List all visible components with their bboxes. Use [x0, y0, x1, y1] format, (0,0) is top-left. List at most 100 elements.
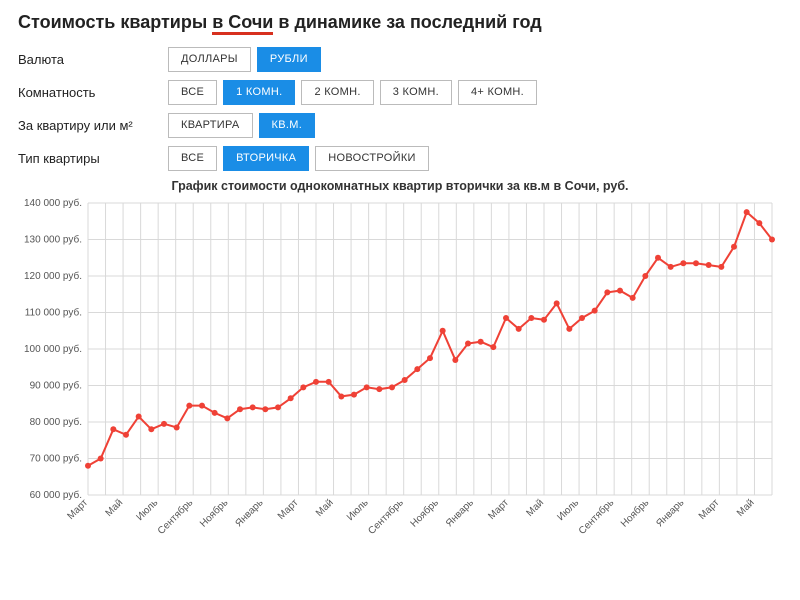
data-point: [300, 384, 306, 390]
data-point: [313, 379, 319, 385]
data-point: [326, 379, 332, 385]
data-point: [642, 273, 648, 279]
x-tick-label: Июль: [555, 497, 581, 523]
data-point: [199, 403, 205, 409]
data-point: [389, 384, 395, 390]
data-point: [592, 308, 598, 314]
data-point: [579, 315, 585, 321]
data-point: [98, 456, 104, 462]
data-point: [427, 355, 433, 361]
data-point: [655, 255, 661, 261]
data-point: [541, 317, 547, 323]
y-tick-label: 140 000 руб.: [24, 197, 82, 209]
data-point: [528, 315, 534, 321]
data-point: [288, 395, 294, 401]
data-point: [718, 264, 724, 270]
x-tick-label: Май: [104, 497, 126, 519]
data-point: [136, 414, 142, 420]
data-point: [414, 366, 420, 372]
data-point: [693, 260, 699, 266]
data-point: [490, 344, 496, 350]
title-post: в динамике за последний год: [273, 12, 541, 32]
filter-label: Валюта: [18, 52, 168, 67]
filter-label: Комнатность: [18, 85, 168, 100]
x-tick-label: Июль: [134, 497, 160, 523]
data-point: [250, 404, 256, 410]
data-point: [351, 392, 357, 398]
type-group: ВСЕВТОРИЧКАНОВОСТРОЙКИ: [168, 146, 429, 171]
rooms-option[interactable]: 2 КОМН.: [301, 80, 373, 105]
x-tick-label: Июль: [345, 497, 371, 523]
title-pre: Стоимость квартиры: [18, 12, 212, 32]
data-point: [452, 357, 458, 363]
x-tick-label: Март: [486, 497, 511, 522]
currency-group: ДОЛЛАРЫРУБЛИ: [168, 47, 321, 72]
rooms-option[interactable]: 3 КОМН.: [380, 80, 452, 105]
x-tick-label: Январь: [444, 497, 476, 529]
filter-label: Тип квартиры: [18, 151, 168, 166]
data-point: [566, 326, 572, 332]
x-tick-label: Март: [276, 497, 301, 522]
y-tick-label: 110 000 руб.: [25, 307, 82, 319]
x-tick-label: Март: [697, 497, 722, 522]
type-option[interactable]: ВСЕ: [168, 146, 217, 171]
data-point: [275, 404, 281, 410]
unit-option[interactable]: КВАРТИРА: [168, 113, 253, 138]
data-point: [668, 264, 674, 270]
filter-row-currency: Валюта ДОЛЛАРЫРУБЛИ: [18, 47, 782, 72]
unit-option[interactable]: КВ.М.: [259, 113, 316, 138]
data-point: [465, 341, 471, 347]
type-option[interactable]: ВТОРИЧКА: [223, 146, 309, 171]
data-point: [630, 295, 636, 301]
x-tick-label: Сентябрь: [155, 497, 195, 537]
title-city: в Сочи: [212, 12, 273, 35]
currency-option[interactable]: РУБЛИ: [257, 47, 321, 72]
data-point: [731, 244, 737, 250]
type-option[interactable]: НОВОСТРОЙКИ: [315, 146, 429, 171]
data-point: [237, 406, 243, 412]
data-point: [338, 393, 344, 399]
page-title: Стоимость квартиры в Сочи в динамике за …: [18, 12, 782, 33]
x-tick-label: Сентябрь: [366, 497, 406, 537]
data-point: [756, 220, 762, 226]
data-point: [364, 384, 370, 390]
rooms-option[interactable]: ВСЕ: [168, 80, 217, 105]
data-point: [186, 403, 192, 409]
x-tick-label: Январь: [233, 497, 265, 529]
data-line: [88, 212, 772, 466]
data-point: [440, 328, 446, 334]
data-point: [769, 237, 775, 243]
x-tick-label: Январь: [654, 497, 686, 529]
filter-row-rooms: Комнатность ВСЕ1 КОМН.2 КОМН. 3 КОМН.4+ К…: [18, 80, 782, 105]
data-point: [262, 406, 268, 412]
data-point: [706, 262, 712, 268]
y-tick-label: 90 000 руб.: [30, 380, 82, 392]
data-point: [554, 300, 560, 306]
rooms-option[interactable]: 1 КОМН.: [223, 80, 295, 105]
rooms-option[interactable]: 4+ КОМН.: [458, 80, 537, 105]
y-tick-label: 80 000 руб.: [30, 416, 82, 428]
x-tick-label: Май: [314, 497, 336, 519]
price-chart: 60 000 руб.70 000 руб.80 000 руб.90 000 …: [18, 195, 782, 555]
data-point: [161, 421, 167, 427]
filter-label: За квартиру или м²: [18, 118, 168, 133]
x-tick-label: Май: [735, 497, 757, 519]
data-point: [503, 315, 509, 321]
currency-option[interactable]: ДОЛЛАРЫ: [168, 47, 251, 72]
data-point: [744, 209, 750, 215]
x-tick-label: Май: [524, 497, 546, 519]
x-tick-label: Ноябрь: [618, 497, 651, 530]
data-point: [174, 424, 180, 430]
filter-row-unit: За квартиру или м² КВАРТИРАКВ.М.: [18, 113, 782, 138]
data-point: [402, 377, 408, 383]
data-point: [478, 339, 484, 345]
data-point: [617, 288, 623, 294]
data-point: [224, 415, 230, 421]
y-tick-label: 100 000 руб.: [24, 343, 82, 355]
data-point: [148, 426, 154, 432]
data-point: [680, 260, 686, 266]
data-point: [516, 326, 522, 332]
data-point: [212, 410, 218, 416]
y-tick-label: 130 000 руб.: [24, 234, 82, 246]
y-tick-label: 60 000 руб.: [30, 489, 82, 501]
